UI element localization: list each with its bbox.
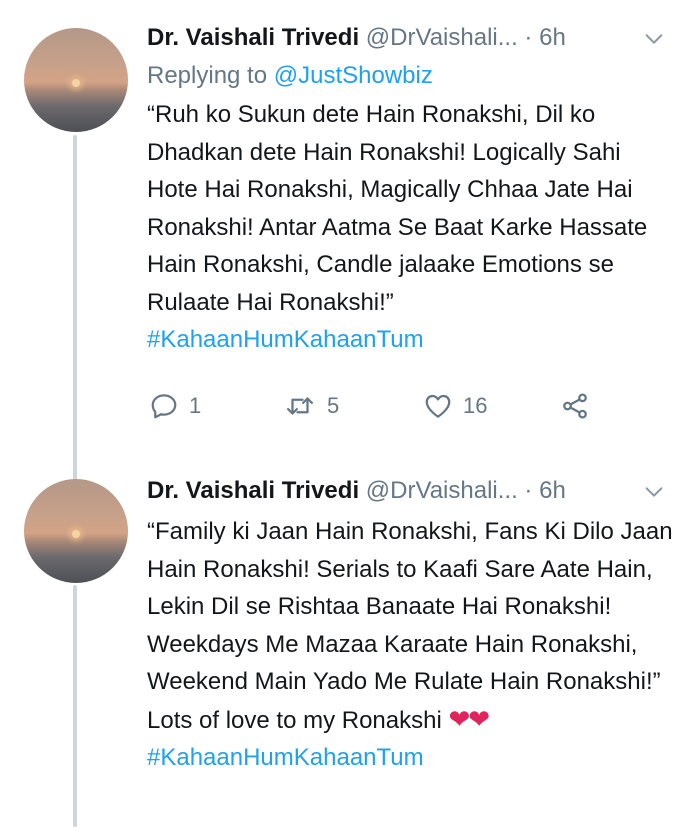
hashtag-link[interactable]: #KahaanHumKahaanTum [147, 326, 424, 353]
avatar-sun [72, 530, 80, 538]
thread-line [73, 135, 77, 483]
tweet-header: Dr. Vaishali Trivedi @DrVaishali... · 6h [147, 22, 677, 60]
timestamp[interactable]: 6h [539, 477, 566, 504]
tweet[interactable]: Dr. Vaishali Trivedi @DrVaishali... · 6h… [147, 22, 677, 431]
replying-mention-link[interactable]: @JustShowbiz [274, 62, 433, 89]
reply-icon [151, 393, 177, 418]
separator-dot: · [524, 24, 533, 51]
like-count: 16 [463, 392, 488, 418]
avatar-sun [72, 79, 80, 87]
replying-prefix: Replying to [147, 62, 268, 89]
tweet-body: “Ruh ko Sukun dete Hain Ronakshi, Dil ko… [147, 101, 648, 316]
share-icon [563, 393, 587, 418]
share-button[interactable] [560, 391, 590, 421]
tweet-text: “Family ki Jaan Hain Ronakshi, Fans Ki D… [147, 513, 677, 777]
avatar[interactable] [24, 28, 128, 132]
chevron-down-icon[interactable] [643, 481, 665, 503]
reply-count: 1 [189, 392, 202, 418]
timestamp[interactable]: 6h [539, 24, 566, 51]
author-name[interactable]: Dr. Vaishali Trivedi [147, 24, 359, 51]
separator-dot: · [524, 477, 533, 504]
author-handle[interactable]: @DrVaishali... [366, 24, 518, 51]
like-button[interactable]: 16 [423, 391, 487, 421]
tweet-actions: 1 5 16 [147, 391, 677, 431]
retweet-icon [287, 396, 313, 415]
tweet-header: Dr. Vaishali Trivedi @DrVaishali... · 6h [147, 475, 677, 513]
retweet-button[interactable]: 5 [283, 391, 339, 421]
heart-icon [425, 394, 451, 418]
hashtag-link[interactable]: #KahaanHumKahaanTum [147, 744, 424, 771]
chevron-down-icon[interactable] [643, 28, 665, 50]
retweet-count: 5 [327, 392, 340, 418]
author-handle[interactable]: @DrVaishali... [366, 477, 518, 504]
tweet-text: “Ruh ko Sukun dete Hain Ronakshi, Dil ko… [147, 96, 677, 359]
thread-line [73, 585, 77, 827]
reply-button[interactable]: 1 [149, 391, 201, 421]
tweet[interactable]: Dr. Vaishali Trivedi @DrVaishali... · 6h… [147, 475, 677, 777]
replying-to: Replying to @JustShowbiz [147, 60, 677, 92]
heart-emoji: ❤❤ [448, 703, 490, 734]
tweet-body: “Family ki Jaan Hain Ronakshi, Fans Ki D… [147, 518, 673, 734]
author-name[interactable]: Dr. Vaishali Trivedi [147, 477, 359, 504]
avatar[interactable] [24, 479, 128, 583]
